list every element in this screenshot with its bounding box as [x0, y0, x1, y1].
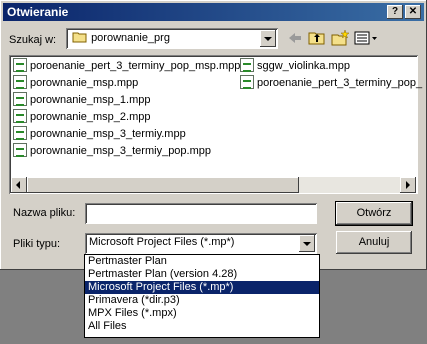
file-item[interactable]: sggw_violinka.mpp [240, 58, 350, 74]
filetype-option[interactable]: MPX Files (*.mpx) [85, 307, 319, 320]
close-button[interactable]: ✕ [405, 5, 421, 19]
file-item[interactable]: porownanie_msp.mpp [13, 75, 138, 91]
filetype-option[interactable]: Primavera (*dir.p3) [85, 294, 319, 307]
up-folder-icon[interactable] [307, 29, 327, 47]
filetype-dropdown-list[interactable]: Pertmaster Plan Pertmaster Plan (version … [84, 254, 320, 338]
mpp-file-icon [13, 75, 27, 89]
lookin-label: Szukaj w: [9, 34, 57, 46]
mpp-file-icon [240, 58, 254, 72]
mpp-file-icon [13, 126, 27, 140]
scroll-left-button[interactable] [11, 177, 27, 193]
title-bar[interactable]: Otwieranie ? ✕ [3, 3, 424, 21]
lookin-dropdown-button[interactable] [260, 30, 276, 47]
mpp-file-icon [13, 143, 27, 157]
mpp-file-icon [13, 92, 27, 106]
file-item[interactable]: porownanie_msp_2.mpp [13, 109, 150, 125]
scroll-right-button[interactable] [400, 177, 416, 193]
filetype-option[interactable]: All Files [85, 320, 319, 333]
horizontal-scrollbar[interactable] [11, 177, 416, 193]
filetype-combo[interactable]: Microsoft Project Files (*.mp*) [85, 233, 317, 254]
window-title: Otwieranie [7, 5, 69, 19]
open-dialog: Otwieranie ? ✕ Szukaj w: porownanie_prg … [0, 0, 427, 270]
open-button[interactable]: Otwórz [335, 201, 413, 226]
arrow-right-icon [406, 181, 410, 189]
back-arrow-icon[interactable] [285, 29, 305, 47]
file-item[interactable]: porownanie_msp_3_termiy_pop.mpp [13, 143, 211, 159]
folder-icon [72, 32, 87, 43]
file-item[interactable]: porownanie_msp_1.mpp [13, 92, 150, 108]
cancel-button[interactable]: Anuluj [336, 231, 412, 254]
mpp-file-icon [240, 75, 254, 89]
filetype-option[interactable]: Microsoft Project Files (*.mp*) [85, 281, 319, 294]
arrow-left-icon [16, 181, 20, 189]
file-item[interactable]: poroenanie_pert_3_terminy_pop_ [240, 75, 422, 91]
mpp-file-icon [13, 109, 27, 123]
file-item[interactable]: porownanie_msp_3_termiy.mpp [13, 126, 186, 142]
filetype-dropdown-button[interactable] [299, 235, 315, 252]
filetype-option[interactable]: Pertmaster Plan (version 4.28) [85, 268, 319, 281]
lookin-value: porownanie_prg [91, 32, 170, 44]
filename-label: Nazwa pliku: [13, 207, 76, 219]
mpp-file-icon [13, 58, 27, 72]
help-button[interactable]: ? [387, 5, 403, 19]
file-item[interactable]: poroenanie_pert_3_terminy_pop_msp.mpp [13, 58, 240, 74]
filetype-option[interactable]: Pertmaster Plan [85, 255, 319, 268]
filetype-label: Pliki typu: [13, 238, 61, 250]
scroll-thumb[interactable] [27, 177, 299, 193]
view-menu-icon[interactable] [353, 29, 379, 47]
file-list[interactable]: poroenanie_pert_3_terminy_pop_msp.mpp por… [9, 55, 422, 194]
filetype-value: Microsoft Project Files (*.mp*) [89, 236, 235, 248]
filename-input[interactable] [85, 203, 317, 224]
lookin-combo[interactable]: porownanie_prg [66, 28, 278, 49]
new-folder-icon[interactable] [330, 29, 350, 47]
